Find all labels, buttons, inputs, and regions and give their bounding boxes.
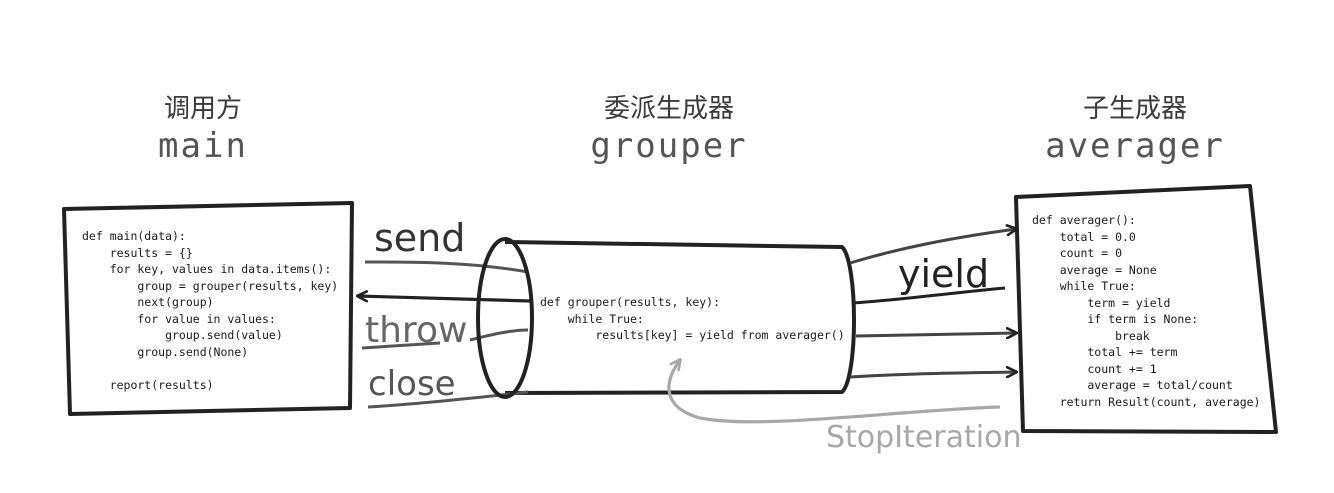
- return-arrow: [358, 296, 531, 303]
- main-code: def main(data): results = {} for key, va…: [82, 229, 339, 392]
- averager-code: def averager(): total = 0.0 count = 0 av…: [1032, 213, 1261, 409]
- arrow-to-averager-3: [849, 372, 1016, 379]
- yield-label: yield: [898, 252, 990, 296]
- grouper-code: def grouper(results, key): while True: r…: [540, 295, 845, 342]
- arrow-to-averager-2: [855, 333, 1016, 336]
- diagram: 调用方 main 委派生成器 grouper 子生成器 averager def…: [0, 0, 1334, 493]
- stop-iteration-label: StopIteration: [826, 420, 1022, 455]
- cylinder-mouth: [476, 237, 534, 399]
- throw-label: throw: [365, 310, 468, 351]
- send-line: [364, 260, 529, 274]
- send-label: send: [374, 216, 466, 260]
- close-label: close: [368, 364, 456, 404]
